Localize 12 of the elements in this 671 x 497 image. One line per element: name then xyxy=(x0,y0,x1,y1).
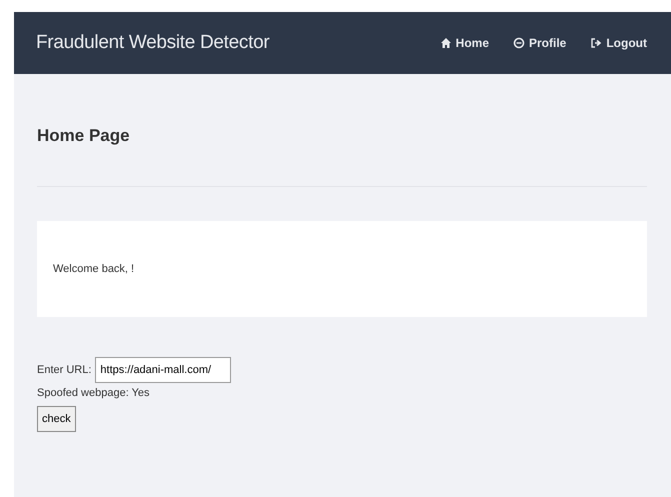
nav-link[interactable]: Logout xyxy=(590,34,647,52)
home-icon xyxy=(440,37,452,49)
page-title: Home Page xyxy=(37,126,131,146)
url-input[interactable]: https://adani-mall.com/ xyxy=(95,357,232,384)
nav-link[interactable]: Profile xyxy=(513,34,566,52)
url-label: Enter URL: xyxy=(37,363,92,378)
logout-icon xyxy=(590,37,602,49)
check-button[interactable]: check xyxy=(37,406,76,432)
welcome-text: Welcome back, ! xyxy=(53,262,134,278)
site-title: Fraudulent Website Detector xyxy=(36,30,270,55)
result-text: Spoofed webpage: Yes xyxy=(37,386,151,402)
nav-link[interactable]: Home xyxy=(440,34,489,52)
